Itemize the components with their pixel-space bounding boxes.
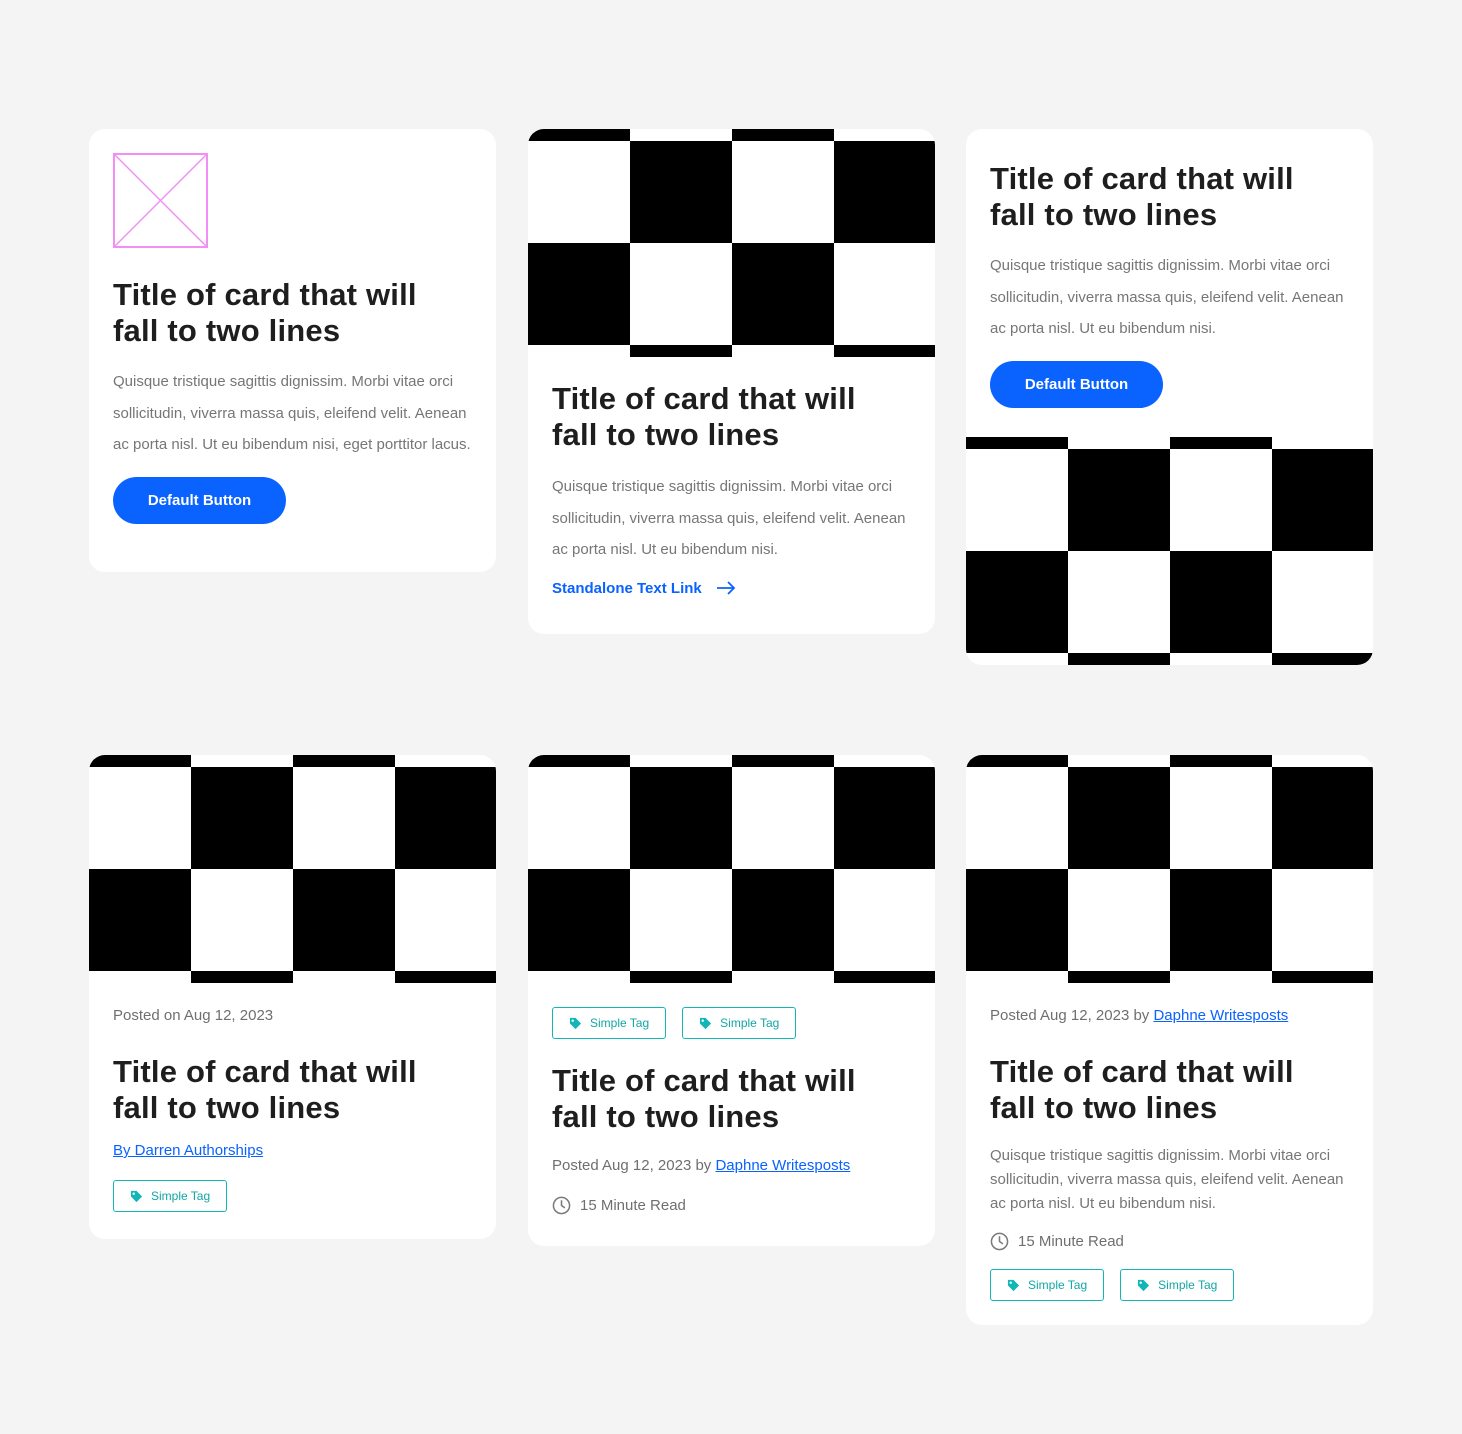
post-meta: Posted Aug 12, 2023 by Daphne Writespost… (990, 1007, 1349, 1024)
checker-square (630, 141, 732, 243)
card-title: Title of card that will fall to two line… (552, 381, 856, 452)
simple-tag[interactable]: Simple Tag (990, 1269, 1105, 1301)
checker-square (191, 767, 293, 869)
tag-icon (1138, 1279, 1150, 1291)
checker-square (528, 129, 630, 141)
card-title: Title of card that will fall to two line… (990, 1054, 1294, 1125)
read-time: 15 Minute Read (990, 1232, 1349, 1251)
checker-square (528, 869, 630, 971)
checker-square (630, 345, 732, 357)
checker-square (834, 767, 935, 869)
default-button[interactable]: Default Button (990, 360, 1163, 408)
checker-square (1272, 653, 1373, 665)
card-image (528, 129, 935, 357)
checker-square (293, 869, 395, 971)
card-description: Quisque tristique sagittis dignissim. Mo… (990, 257, 1344, 337)
card-full-meta: Posted Aug 12, 2023 by Daphne Writespost… (966, 755, 1373, 1325)
checker-square (1068, 653, 1170, 665)
checker-square (732, 869, 834, 971)
checker-square (966, 869, 1068, 971)
tag-icon (130, 1190, 143, 1202)
checker-square (89, 869, 191, 971)
posted-prefix: Posted Aug 12, 2023 by (552, 1157, 712, 1174)
checker-square (528, 755, 630, 767)
tag-label: Simple Tag (590, 1016, 650, 1030)
checker-square (1272, 971, 1373, 983)
link-label: Standalone Text Link (552, 579, 702, 597)
card-title: Title of card that will fall to two line… (552, 1063, 856, 1134)
card-description: Quisque tristique sagittis dignissim. Mo… (552, 478, 906, 558)
checker-square (834, 345, 935, 357)
card-image (528, 755, 935, 983)
default-button[interactable]: Default Button (113, 476, 286, 524)
checker-square (395, 971, 496, 983)
simple-tag[interactable]: Simple Tag (1120, 1269, 1235, 1301)
card-placeholder-button: Title of card that will fall to two line… (89, 129, 496, 572)
checker-square (732, 243, 834, 345)
tag-label: Simple Tag (720, 1016, 780, 1030)
checker-square (1170, 869, 1272, 971)
clock-icon (552, 1196, 571, 1215)
tag-label: Simple Tag (1028, 1278, 1088, 1292)
checker-square (732, 129, 834, 141)
checker-square (293, 755, 395, 767)
simple-tag[interactable]: Simple Tag (552, 1007, 667, 1039)
checker-square (966, 437, 1068, 449)
checker-square (630, 767, 732, 869)
checker-square (630, 971, 732, 983)
card-title: Title of card that will fall to two line… (113, 1054, 417, 1125)
card-title: Title of card that will fall to two line… (990, 161, 1294, 232)
tag-icon (700, 1017, 712, 1029)
checker-square (1170, 437, 1272, 449)
checker-square (395, 767, 496, 869)
checker-square (1068, 449, 1170, 551)
checker-square (1170, 755, 1272, 767)
clock-icon (990, 1232, 1009, 1251)
checker-square (89, 755, 191, 767)
card-post-author: Posted on Aug 12, 2023 Title of card tha… (89, 755, 496, 1239)
author-link[interactable]: Daphne Writesposts (715, 1157, 850, 1174)
card-image (966, 755, 1373, 983)
card-button-image: Title of card that will fall to two line… (966, 129, 1373, 665)
read-time-label: 15 Minute Read (1018, 1233, 1124, 1250)
checker-square (834, 971, 935, 983)
checker-square (1170, 551, 1272, 653)
checker-square (834, 141, 935, 243)
tag-icon (1007, 1279, 1020, 1291)
arrow-right-icon (716, 581, 736, 595)
author-link[interactable]: By Darren Authorships (113, 1142, 263, 1159)
card-image (966, 437, 1373, 665)
checker-square (1272, 767, 1373, 869)
card-title: Title of card that will fall to two line… (113, 277, 417, 348)
checker-square (1068, 971, 1170, 983)
checker-square (528, 243, 630, 345)
card-image-link: Title of card that will fall to two line… (528, 129, 935, 634)
checker-square (1272, 449, 1373, 551)
standalone-text-link[interactable]: Standalone Text Link (552, 580, 736, 597)
checker-square (1068, 767, 1170, 869)
tag-label: Simple Tag (1158, 1278, 1218, 1292)
card-image (89, 755, 496, 983)
card-description: Quisque tristique sagittis dignissim. Mo… (113, 373, 471, 453)
simple-tag[interactable]: Simple Tag (113, 1180, 228, 1212)
post-meta: Posted Aug 12, 2023 by Daphne Writespost… (552, 1157, 911, 1174)
card-description: Quisque tristique sagittis dignissim. Mo… (990, 1147, 1344, 1212)
read-time-label: 15 Minute Read (580, 1197, 686, 1214)
simple-tag[interactable]: Simple Tag (682, 1007, 797, 1039)
checker-square (966, 755, 1068, 767)
tag-label: Simple Tag (151, 1189, 211, 1203)
tag-icon (569, 1017, 582, 1029)
posted-prefix: Posted Aug 12, 2023 by (990, 1007, 1150, 1024)
checker-square (191, 971, 293, 983)
author-link[interactable]: Daphne Writesposts (1153, 1007, 1288, 1024)
checker-square (732, 755, 834, 767)
checker-square (966, 551, 1068, 653)
card-tags-readtime: Simple Tag Simple Tag Title of card that… (528, 755, 935, 1246)
read-time: 15 Minute Read (552, 1196, 911, 1215)
post-date: Posted on Aug 12, 2023 (113, 1007, 274, 1024)
image-placeholder-icon (113, 153, 208, 248)
